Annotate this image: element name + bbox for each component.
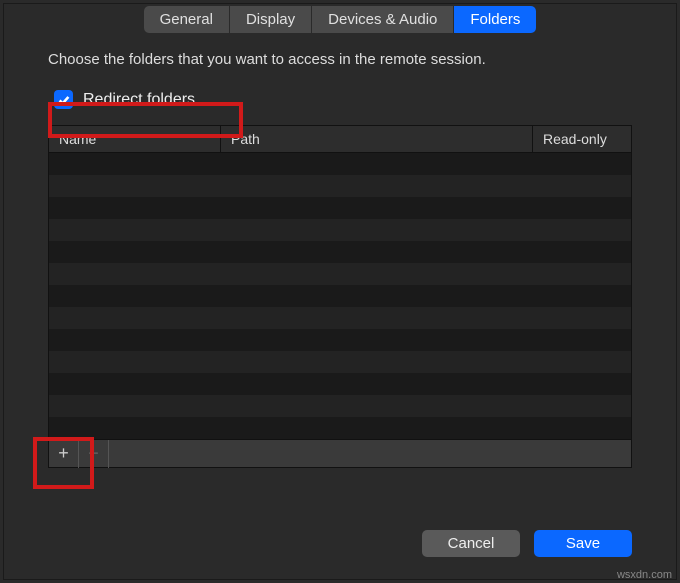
save-button[interactable]: Save [534,530,632,557]
annotation-highlight [33,437,94,489]
dialog-buttons: Cancel Save [422,530,632,557]
cancel-button[interactable]: Cancel [422,530,520,557]
watermark-text: wsxdn.com [617,569,672,581]
annotation-highlight [48,102,243,138]
